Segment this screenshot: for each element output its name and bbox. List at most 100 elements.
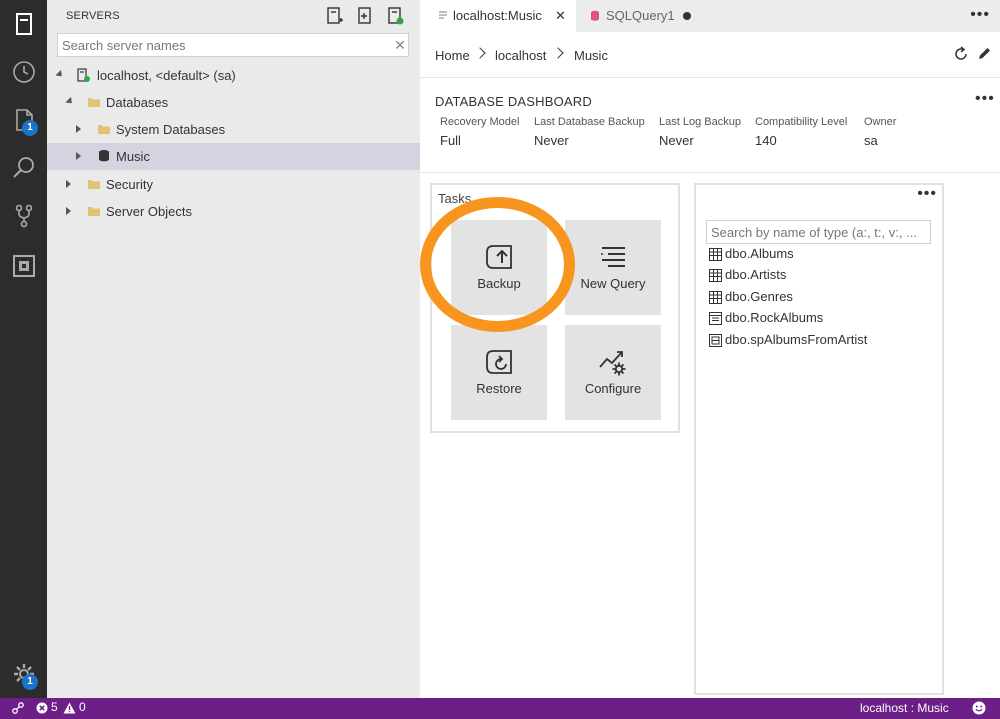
sidebar-header: SERVERS <box>47 0 420 32</box>
file-icon[interactable]: 1 <box>0 96 47 144</box>
folder-icon <box>88 180 100 189</box>
file-badge: 1 <box>22 120 38 136</box>
tree-item-label: localhost, <default> (sa) <box>97 68 236 83</box>
tree-item-music[interactable]: Music <box>47 143 420 170</box>
close-icon[interactable]: ✕ <box>555 8 566 24</box>
breadcrumb: Home localhost Music <box>420 32 1000 78</box>
object-search-input[interactable] <box>706 220 931 244</box>
new-query-icon <box>601 247 625 267</box>
tree-item-server-objects[interactable]: Server Objects <box>47 198 420 225</box>
chevron-right-icon <box>552 47 564 59</box>
more-actions-icon[interactable]: ••• <box>917 185 937 203</box>
activity-bar: 1 1 <box>0 0 47 698</box>
tree-item-databases[interactable]: Databases <box>47 89 420 116</box>
folder-icon <box>88 207 100 216</box>
document-icon <box>439 11 447 19</box>
database-icon <box>99 150 109 162</box>
tree-item-label: Server Objects <box>106 204 192 219</box>
breadcrumb-localhost[interactable]: localhost <box>495 48 546 63</box>
restore-button[interactable]: Restore <box>451 325 547 420</box>
tree-item-label: System Databases <box>116 122 226 137</box>
servers-sidebar: SERVERS ✕ localhost, <default> (sa) Data… <box>47 0 420 698</box>
procedure-icon <box>709 334 722 347</box>
tab-sqlquery1[interactable]: SQLQuery1 <box>576 0 706 32</box>
tab-label: SQLQuery1 <box>606 8 675 23</box>
tab-label: localhost:Music <box>453 8 542 23</box>
dashboard-title: DATABASE DASHBOARD <box>435 94 592 109</box>
tree-item-label: Music <box>116 149 150 164</box>
active-connections-icon[interactable] <box>385 6 405 26</box>
refresh-icon[interactable] <box>953 46 969 62</box>
tree-item-security[interactable]: Security <box>47 171 420 198</box>
property-label: Owner <box>864 116 897 128</box>
clear-search-icon[interactable]: ✕ <box>393 37 407 54</box>
expand-arrow-icon[interactable] <box>66 180 71 188</box>
expand-arrow-icon[interactable] <box>66 207 71 215</box>
search-icon[interactable] <box>0 144 47 192</box>
unsaved-dot-icon[interactable] <box>683 12 691 20</box>
settings-badge: 1 <box>22 674 38 690</box>
edit-icon[interactable] <box>977 46 992 61</box>
status-bar: 5 0 localhost : Music <box>0 698 1000 719</box>
server-icon <box>77 68 90 82</box>
property-label: Recovery Model <box>440 116 520 128</box>
property-value: Never <box>534 133 569 148</box>
tile-label: Configure <box>584 381 642 396</box>
property-value: sa <box>864 133 878 148</box>
list-item-label: dbo.Artists <box>725 267 787 282</box>
tree-item-localhost[interactable]: localhost, <default> (sa) <box>47 62 420 89</box>
property-value: Never <box>659 133 694 148</box>
editor-tabs: localhost:Music ✕ SQLQuery1 ••• <box>420 0 1000 32</box>
new-query-button[interactable]: New Query <box>565 220 661 315</box>
list-item-label: dbo.spAlbumsFromArtist <box>725 332 868 347</box>
breadcrumb-music[interactable]: Music <box>574 48 608 63</box>
highlight-ring <box>420 197 575 332</box>
sidebar-title: SERVERS <box>66 10 120 22</box>
table-icon <box>709 248 722 261</box>
expand-arrow-icon[interactable] <box>55 69 65 80</box>
list-item-label: dbo.RockAlbums <box>725 310 824 325</box>
more-actions-icon[interactable]: ••• <box>970 6 990 24</box>
dashboard-divider <box>420 172 1000 173</box>
query-file-icon <box>591 10 599 21</box>
expand-arrow-icon[interactable] <box>65 96 75 107</box>
chevron-right-icon <box>474 47 486 59</box>
tree-item-system-databases[interactable]: System Databases <box>47 116 420 143</box>
more-actions-icon[interactable]: ••• <box>975 90 995 108</box>
table-icon <box>709 269 722 282</box>
feedback-smiley-icon[interactable] <box>972 701 986 715</box>
tree-item-label: Security <box>106 177 153 192</box>
expand-arrow-icon[interactable] <box>76 152 81 160</box>
folder-icon <box>98 125 110 134</box>
connection-status-icon[interactable] <box>11 701 25 715</box>
connection-label[interactable]: localhost : Music <box>860 701 949 715</box>
warning-icon <box>63 702 76 714</box>
property-value: 140 <box>755 133 777 148</box>
source-control-icon[interactable] <box>0 192 47 240</box>
tree-item-label: Databases <box>106 95 169 110</box>
expand-arrow-icon[interactable] <box>76 125 81 133</box>
folder-icon <box>88 98 100 107</box>
history-icon[interactable] <box>0 48 47 96</box>
configure-icon <box>599 351 626 376</box>
tab-localhost-music[interactable]: localhost:Music ✕ <box>420 0 576 32</box>
list-item-label: dbo.Genres <box>725 289 793 304</box>
property-label: Compatibility Level <box>755 116 848 128</box>
tile-label: Restore <box>476 381 522 396</box>
new-server-group-icon[interactable] <box>355 6 375 26</box>
server-search-input[interactable] <box>57 33 409 57</box>
table-icon <box>709 291 722 304</box>
servers-icon[interactable] <box>0 0 47 48</box>
tile-label: New Query <box>580 276 646 291</box>
property-label: Last Log Backup <box>659 116 741 128</box>
extensions-icon[interactable] <box>0 242 47 290</box>
property-label: Last Database Backup <box>534 116 645 128</box>
new-connection-icon[interactable] <box>324 6 344 26</box>
breadcrumb-home[interactable]: Home <box>435 48 470 63</box>
warning-count: 0 <box>79 700 86 714</box>
configure-button[interactable]: Configure <box>565 325 661 420</box>
property-value: Full <box>440 133 461 148</box>
list-item-label: dbo.Albums <box>725 246 794 261</box>
gear-icon[interactable]: 1 <box>0 650 47 698</box>
error-count: 5 <box>51 700 58 714</box>
